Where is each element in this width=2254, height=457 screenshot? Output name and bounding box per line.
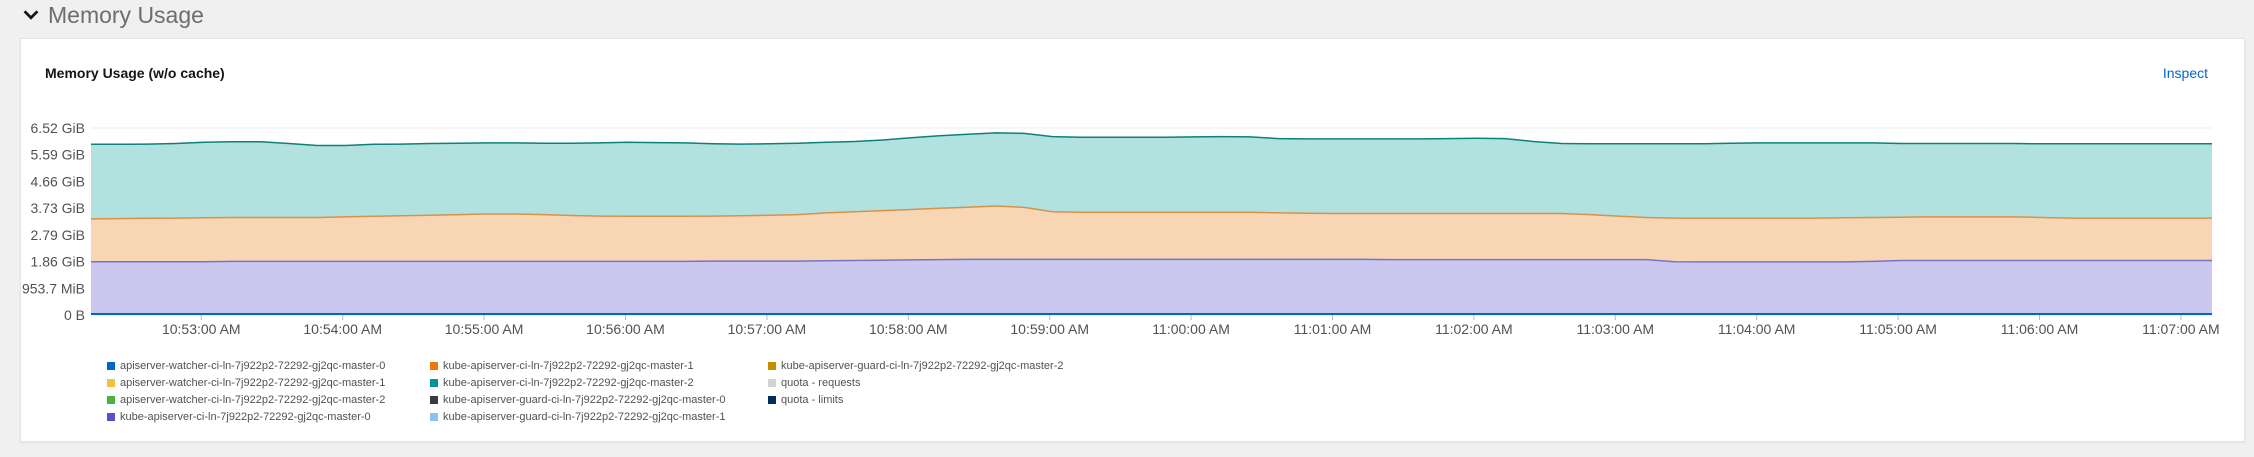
x-tick-label: 11:03:00 AM xyxy=(1577,321,1655,337)
legend-item[interactable]: kube-apiserver-ci-ln-7j922p2-72292-gj2qc… xyxy=(430,374,768,391)
y-tick-label: 0 B xyxy=(64,307,85,323)
legend-item[interactable]: apiserver-watcher-ci-ln-7j922p2-72292-gj… xyxy=(107,391,430,408)
legend-label: kube-apiserver-ci-ln-7j922p2-72292-gj2qc… xyxy=(443,376,694,389)
legend-item[interactable]: kube-apiserver-guard-ci-ln-7j922p2-72292… xyxy=(430,391,768,408)
chevron-down-icon xyxy=(23,10,39,20)
memory-usage-section-toggle[interactable]: Memory Usage xyxy=(20,0,204,30)
legend-swatch xyxy=(107,395,115,404)
x-tick-label: 10:59:00 AM xyxy=(1010,321,1089,337)
legend-item[interactable]: kube-apiserver-guard-ci-ln-7j922p2-72292… xyxy=(768,357,1068,374)
legend-label: quota - limits xyxy=(781,393,844,406)
section-title: Memory Usage xyxy=(48,1,204,28)
legend-swatch xyxy=(430,361,438,370)
y-tick-label: 6.52 GiB xyxy=(31,120,85,136)
stacked-areas xyxy=(90,132,2212,315)
area-base xyxy=(91,259,2212,315)
x-tick-label: 11:00:00 AM xyxy=(1152,321,1230,337)
legend-label: quota - requests xyxy=(781,376,861,389)
legend-swatch xyxy=(430,378,438,387)
legend-swatch xyxy=(107,412,115,421)
memory-usage-chart: 0 B 953.7 MiB 1.86 GiB 2.79 GiB 3.73 GiB 4.66… xyxy=(22,120,2220,337)
y-tick-label: 2.79 GiB xyxy=(31,227,85,243)
legend-label: kube-apiserver-guard-ci-ln-7j922p2-72292… xyxy=(443,393,726,406)
x-tick-label: 10:56:00 AM xyxy=(586,321,665,337)
legend-item[interactable]: kube-apiserver-guard-ci-ln-7j922p2-72292… xyxy=(430,408,768,425)
chart-legend: apiserver-watcher-ci-ln-7j922p2-72292-gj… xyxy=(107,357,1068,425)
x-axis-ticks: 10:53:00 AM 10:54:00 AM 10:55:00 AM 10:56:0… xyxy=(162,315,2220,337)
legend-swatch xyxy=(768,378,776,387)
x-tick-label: 10:55:00 AM xyxy=(445,321,524,337)
legend-label: kube-apiserver-ci-ln-7j922p2-72292-gj2qc… xyxy=(120,410,371,423)
x-tick-label: 11:02:00 AM xyxy=(1435,321,1513,337)
x-tick-label: 11:04:00 AM xyxy=(1718,321,1796,337)
x-tick-label: 11:01:00 AM xyxy=(1294,321,1372,337)
legend-label: apiserver-watcher-ci-ln-7j922p2-72292-gj… xyxy=(120,393,386,406)
legend-swatch xyxy=(107,361,115,370)
legend-item[interactable]: apiserver-watcher-ci-ln-7j922p2-72292-gj… xyxy=(107,357,430,374)
legend-label: kube-apiserver-guard-ci-ln-7j922p2-72292… xyxy=(781,359,1064,372)
x-tick-label: 11:07:00 AM xyxy=(2142,321,2220,337)
legend-label: kube-apiserver-ci-ln-7j922p2-72292-gj2qc… xyxy=(443,359,694,372)
x-tick-label: 11:06:00 AM xyxy=(2001,321,2079,337)
legend-item[interactable]: apiserver-watcher-ci-ln-7j922p2-72292-gj… xyxy=(107,374,430,391)
y-tick-label: 3.73 GiB xyxy=(31,200,85,216)
legend-item[interactable]: kube-apiserver-ci-ln-7j922p2-72292-gj2qc… xyxy=(107,408,430,425)
x-tick-label: 10:57:00 AM xyxy=(728,321,807,337)
legend-item[interactable]: kube-apiserver-ci-ln-7j922p2-72292-gj2qc… xyxy=(430,357,768,374)
y-tick-label: 953.7 MiB xyxy=(22,280,85,296)
legend-label: kube-apiserver-guard-ci-ln-7j922p2-72292… xyxy=(443,410,726,423)
y-tick-label: 5.59 GiB xyxy=(31,147,85,163)
area-top xyxy=(91,132,2212,219)
legend-swatch xyxy=(768,361,776,370)
y-tick-label: 1.86 GiB xyxy=(31,254,85,270)
legend-item[interactable]: quota - requests xyxy=(768,374,1068,391)
memory-usage-card: Memory Usage (w/o cache) Inspect 0 B 953.… xyxy=(20,38,2245,442)
legend-swatch xyxy=(430,412,438,421)
y-axis-ticks: 0 B 953.7 MiB 1.86 GiB 2.79 GiB 3.73 GiB 4.66… xyxy=(22,120,85,323)
legend-swatch xyxy=(768,395,776,404)
x-tick-label: 10:58:00 AM xyxy=(869,321,948,337)
x-tick-label: 10:53:00 AM xyxy=(162,321,241,337)
legend-label: apiserver-watcher-ci-ln-7j922p2-72292-gj… xyxy=(120,359,386,372)
legend-swatch xyxy=(430,395,438,404)
x-tick-label: 10:54:00 AM xyxy=(303,321,382,337)
legend-swatch xyxy=(107,378,115,387)
legend-label: apiserver-watcher-ci-ln-7j922p2-72292-gj… xyxy=(120,376,386,389)
x-tick-label: 11:05:00 AM xyxy=(1859,321,1937,337)
legend-item[interactable]: quota - limits xyxy=(768,391,1068,408)
y-tick-label: 4.66 GiB xyxy=(31,173,85,189)
